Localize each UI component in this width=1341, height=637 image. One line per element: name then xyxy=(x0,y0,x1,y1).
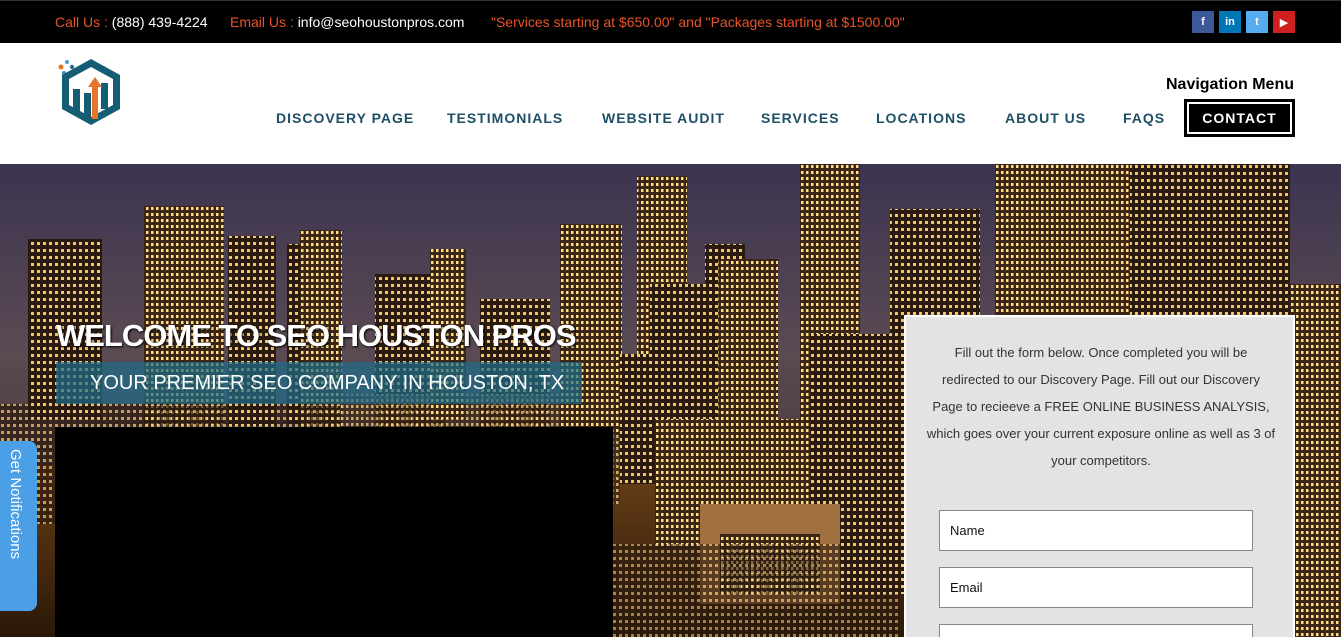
name-field[interactable]: Name xyxy=(939,510,1253,551)
youtube-icon[interactable]: ▶ xyxy=(1273,11,1295,33)
site-header: Navigation Menu DISCOVERY PAGE TESTIMONI… xyxy=(0,43,1341,164)
video-embed[interactable] xyxy=(55,427,613,637)
nav-locations[interactable]: LOCATIONS xyxy=(876,109,966,127)
navigation-menu-title: Navigation Menu xyxy=(1165,76,1294,93)
hero-heading: WELCOME TO SEO HOUSTON PROS xyxy=(56,318,577,353)
nav-discovery-page[interactable]: DISCOVERY PAGE xyxy=(276,109,414,127)
linkedin-icon[interactable]: in xyxy=(1219,11,1241,33)
nav-about-us[interactable]: ABOUT US xyxy=(1005,109,1086,127)
nav-website-audit[interactable]: WEBSITE AUDIT xyxy=(602,109,725,127)
call-label: Call Us : xyxy=(55,14,108,30)
contact-button[interactable]: CONTACT xyxy=(1184,99,1295,137)
email-label: Email Us : xyxy=(230,14,294,30)
twitter-icon[interactable]: t xyxy=(1246,11,1268,33)
site-logo[interactable] xyxy=(58,53,124,127)
email-contact[interactable]: Email Us : info@seohoustonpros.com xyxy=(230,14,464,30)
form-field-3[interactable] xyxy=(939,624,1253,637)
get-notifications-label: Get Notifications xyxy=(7,449,24,560)
email-field[interactable]: Email xyxy=(939,567,1253,608)
nav-services[interactable]: SERVICES xyxy=(761,109,840,127)
phone-contact[interactable]: Call Us : (888) 439-4224 xyxy=(55,14,208,30)
top-bar: Call Us : (888) 439-4224 Email Us : info… xyxy=(0,0,1341,43)
social-links: f in t ▶ xyxy=(1192,11,1295,33)
nav-faqs[interactable]: FAQS xyxy=(1123,109,1165,127)
discovery-form-panel: Fill out the form below. Once completed … xyxy=(904,315,1295,637)
email-address[interactable]: info@seohoustonpros.com xyxy=(298,14,465,30)
nav-testimonials[interactable]: TESTIMONIALS xyxy=(447,109,563,127)
promo-text: "Services starting at $650.00" and "Pack… xyxy=(491,14,905,30)
form-intro-text: Fill out the form below. Once completed … xyxy=(926,345,1276,468)
facebook-icon[interactable]: f xyxy=(1192,11,1214,33)
get-notifications-tab[interactable]: Get Notifications xyxy=(0,441,37,611)
hero-tagline: YOUR PREMIER SEO COMPANY IN HOUSTON, TX xyxy=(56,362,582,404)
phone-number[interactable]: (888) 439-4224 xyxy=(112,14,208,30)
hero-section: WELCOME TO SEO HOUSTON PROS YOUR PREMIER… xyxy=(0,164,1341,637)
